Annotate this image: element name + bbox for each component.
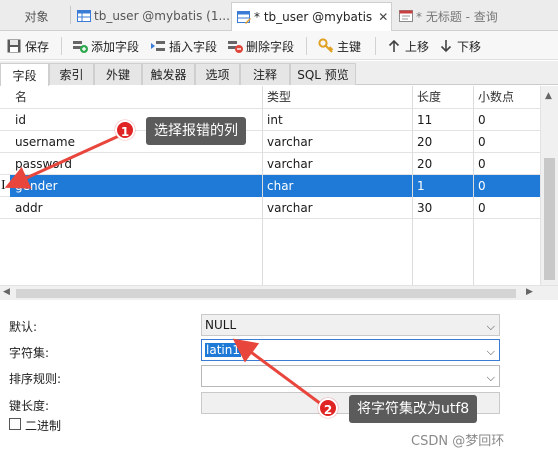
step-1-badge: 1 xyxy=(115,120,135,140)
step-2-badge: 2 xyxy=(318,398,338,418)
arrow-to-gender-row xyxy=(4,133,122,189)
watermark: CSDN @梦回环 xyxy=(411,434,505,449)
annotation-arrows xyxy=(4,133,322,406)
step-2-callout: 将字符集改为utf8 xyxy=(349,395,478,423)
arrow-to-charset-field xyxy=(232,338,322,406)
step-1-callout: 选择报错的列 xyxy=(146,117,246,145)
